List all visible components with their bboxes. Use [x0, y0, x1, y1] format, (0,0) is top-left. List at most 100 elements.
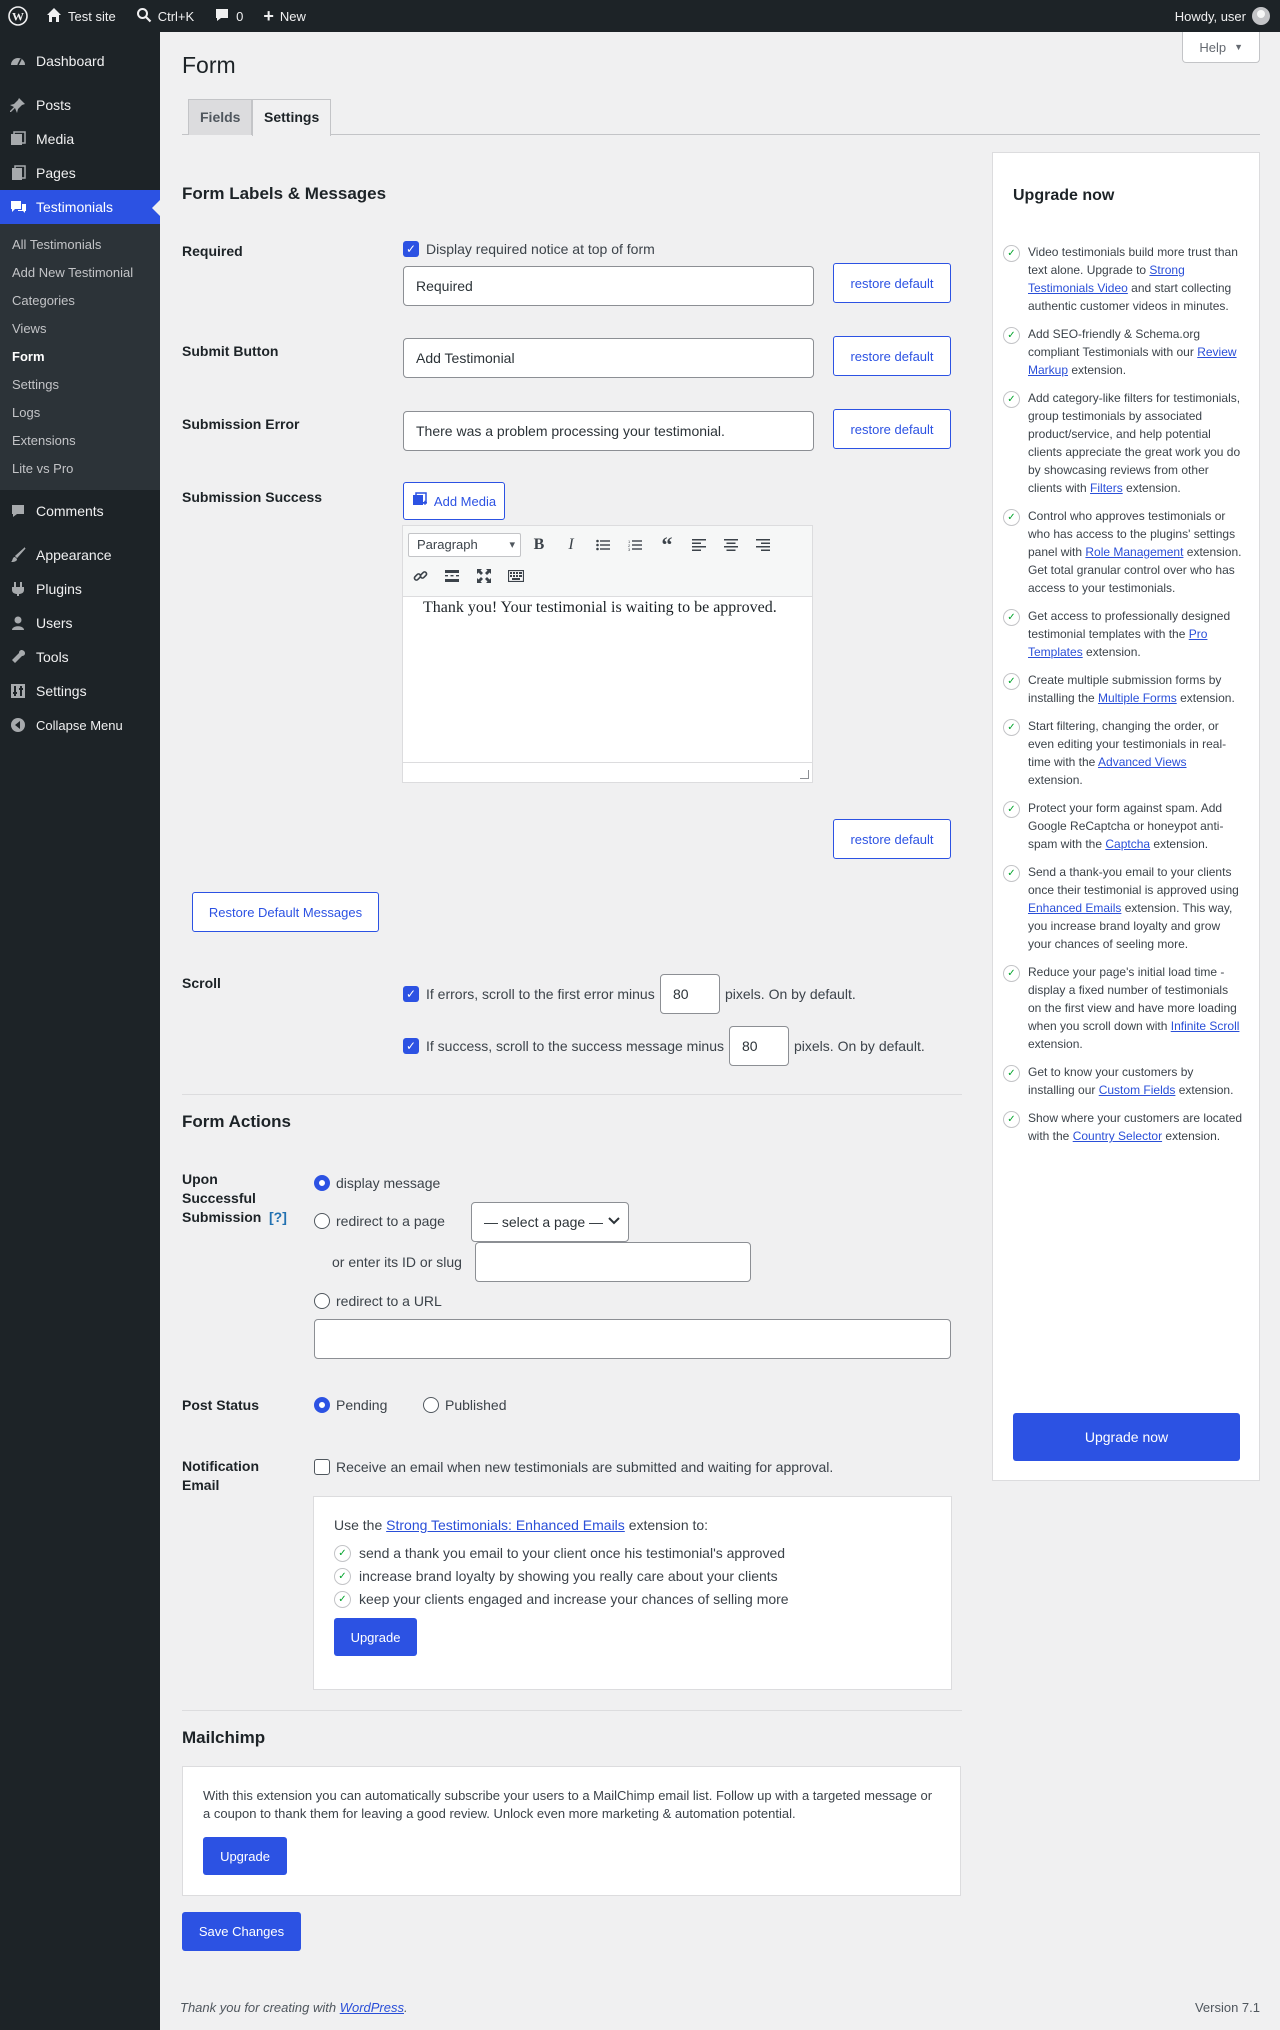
submit-button-input[interactable]: Add Testimonial — [403, 338, 814, 378]
upgrade-panel: Upgrade now ✓ Video testimonials build mo… — [992, 152, 1260, 1481]
page-select[interactable]: — select a page — — [471, 1202, 629, 1242]
feature-extension-link[interactable]: Custom Fields — [1099, 1083, 1176, 1097]
wordpress-link[interactable]: WordPress — [340, 2000, 404, 2015]
redirect-page-radio[interactable] — [314, 1213, 330, 1229]
scroll-error-text: If errors, scroll to the first error min… — [426, 986, 655, 1002]
feature-extension-link[interactable]: Enhanced Emails — [1028, 901, 1121, 915]
submenu-lite-vs-pro[interactable]: Lite vs Pro — [0, 455, 160, 483]
new-content-link[interactable]: + New — [253, 0, 316, 32]
restore-default-submit-button[interactable]: restore default — [833, 336, 951, 376]
link-icon[interactable] — [408, 564, 432, 588]
users-icon — [9, 614, 27, 632]
fullscreen-icon[interactable] — [472, 564, 496, 588]
submenu-form[interactable]: Form — [0, 343, 160, 371]
scroll-success-input[interactable]: 80 — [729, 1026, 789, 1066]
wordpress-logo-icon[interactable]: W — [0, 0, 36, 32]
tab-fields[interactable]: Fields — [188, 99, 253, 135]
sidebar-item-pages[interactable]: Pages — [0, 156, 160, 190]
feature-extension-link[interactable]: Advanced Views — [1098, 755, 1187, 769]
tab-settings[interactable]: Settings — [252, 99, 332, 136]
collapse-menu-button[interactable]: Collapse Menu — [0, 708, 160, 742]
align-center-icon[interactable] — [719, 533, 743, 557]
submission-error-input[interactable]: There was a problem processing your test… — [403, 411, 814, 451]
sidebar-item-dashboard[interactable]: Dashboard — [0, 44, 160, 78]
restore-default-required-button[interactable]: restore default — [833, 263, 951, 303]
sidebar-item-posts[interactable]: Posts — [0, 88, 160, 122]
comments-link[interactable]: 0 — [204, 0, 253, 32]
feature-extension-link[interactable]: Filters — [1090, 481, 1123, 495]
restore-default-error-button[interactable]: restore default — [833, 409, 951, 449]
italic-icon[interactable]: I — [559, 533, 583, 557]
align-left-icon[interactable] — [687, 533, 711, 557]
sidebar-item-settings[interactable]: Settings — [0, 674, 160, 708]
editor-resize-handle[interactable] — [403, 762, 812, 782]
page-id-input[interactable] — [475, 1242, 751, 1282]
pages-icon — [9, 164, 27, 182]
submenu-add-new-testimonial[interactable]: Add New Testimonial — [0, 259, 160, 287]
redirect-url-input[interactable] — [314, 1319, 951, 1359]
required-input[interactable]: Required — [403, 266, 814, 306]
read-more-icon[interactable] — [440, 564, 464, 588]
feature-extension-link[interactable]: Infinite Scroll — [1171, 1019, 1240, 1033]
bullet-list-icon[interactable] — [591, 533, 615, 557]
bold-icon[interactable]: B — [527, 533, 551, 557]
promo-intro-before: Use the — [334, 1517, 383, 1533]
display-message-radio[interactable] — [314, 1175, 330, 1191]
sidebar-item-tools[interactable]: Tools — [0, 640, 160, 674]
sidebar-item-media[interactable]: Media — [0, 122, 160, 156]
sidebar-item-comments[interactable]: Comments — [0, 494, 160, 528]
submenu-views[interactable]: Views — [0, 315, 160, 343]
help-link[interactable]: [?] — [269, 1208, 287, 1227]
feature-text-after: extension. — [1162, 1129, 1221, 1143]
status-pending-radio[interactable] — [314, 1397, 330, 1413]
upgrade-now-button[interactable]: Upgrade now — [1013, 1413, 1240, 1461]
scroll-error-input[interactable]: 80 — [660, 974, 720, 1014]
scroll-error-checkbox[interactable]: ✓ — [403, 986, 419, 1002]
submenu-extensions[interactable]: Extensions — [0, 427, 160, 455]
editor-content[interactable]: Thank you! Your testimonial is waiting t… — [403, 595, 812, 621]
submenu-categories[interactable]: Categories — [0, 287, 160, 315]
submenu-logs[interactable]: Logs — [0, 399, 160, 427]
blockquote-icon[interactable]: “ — [655, 532, 679, 557]
sidebar-item-appearance[interactable]: Appearance — [0, 538, 160, 572]
sidebar-item-label: Tools — [36, 649, 69, 665]
feature-text-after: extension. — [1175, 1083, 1234, 1097]
mailchimp-upgrade-button[interactable]: Upgrade — [203, 1837, 287, 1875]
submenu-settings[interactable]: Settings — [0, 371, 160, 399]
status-published-radio[interactable] — [423, 1397, 439, 1413]
keyboard-icon[interactable] — [504, 564, 528, 588]
feature-extension-link[interactable]: Country Selector — [1073, 1129, 1162, 1143]
help-button[interactable]: Help ▼ — [1182, 32, 1260, 63]
home-icon — [46, 7, 62, 26]
redirect-url-radio[interactable] — [314, 1293, 330, 1309]
add-media-button[interactable]: Add Media — [403, 482, 505, 520]
account-menu[interactable]: Howdy, user — [1165, 0, 1280, 32]
feature-text-before: Send a thank-you email to your clients o… — [1028, 865, 1239, 897]
site-name-link[interactable]: Test site — [36, 0, 126, 32]
scroll-success-checkbox[interactable]: ✓ — [403, 1038, 419, 1054]
enhanced-emails-link[interactable]: Strong Testimonials: Enhanced Emails — [386, 1517, 625, 1533]
feature-extension-link[interactable]: Multiple Forms — [1098, 691, 1177, 705]
numbered-list-icon[interactable]: 123 — [623, 533, 647, 557]
enhanced-emails-upgrade-button[interactable]: Upgrade — [334, 1618, 417, 1656]
plugin-icon — [9, 580, 27, 598]
promo-item: ✓ increase brand loyalty by showing you … — [334, 1568, 931, 1585]
format-select[interactable]: Paragraph — [408, 533, 521, 557]
restore-default-messages-button[interactable]: Restore Default Messages — [192, 892, 379, 932]
sidebar-item-testimonials[interactable]: Testimonials — [0, 190, 160, 224]
scroll-error-suffix: pixels. On by default. — [725, 986, 856, 1002]
required-notice-checkbox[interactable]: ✓ — [403, 241, 419, 257]
notification-email-checkbox[interactable] — [314, 1459, 330, 1475]
upgrade-feature-item: ✓ Reduce your page's initial load time - … — [1003, 963, 1243, 1053]
restore-default-success-button[interactable]: restore default — [833, 819, 951, 859]
feature-extension-link[interactable]: Role Management — [1085, 545, 1183, 559]
submenu-all-testimonials[interactable]: All Testimonials — [0, 231, 160, 259]
feature-extension-link[interactable]: Captcha — [1105, 837, 1150, 851]
scroll-success-suffix: pixels. On by default. — [794, 1038, 925, 1054]
promo-intro-after: extension to: — [628, 1517, 709, 1533]
save-changes-button[interactable]: Save Changes — [182, 1912, 301, 1951]
sidebar-item-users[interactable]: Users — [0, 606, 160, 640]
align-right-icon[interactable] — [751, 533, 775, 557]
command-palette-button[interactable]: Ctrl+K — [126, 0, 204, 32]
sidebar-item-plugins[interactable]: Plugins — [0, 572, 160, 606]
